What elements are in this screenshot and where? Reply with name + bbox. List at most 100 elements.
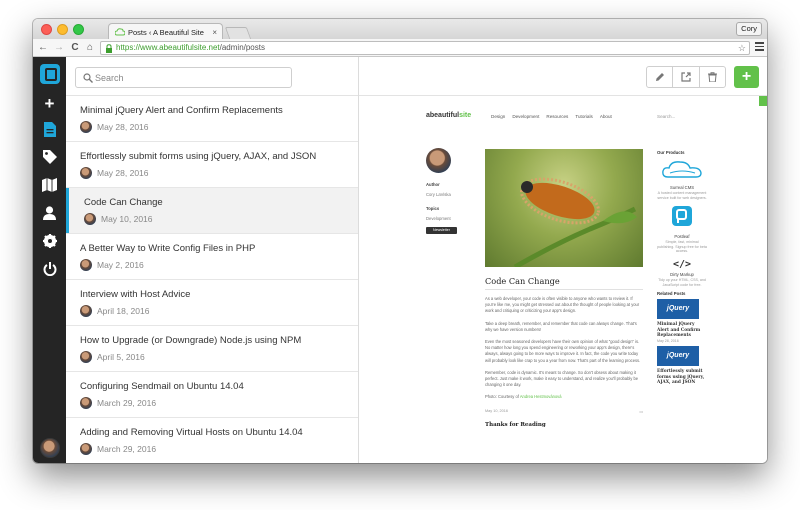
related-thumbnail[interactable]: jQuery	[657, 346, 699, 367]
site-nav-item[interactable]: Design	[491, 114, 505, 119]
author-avatar	[80, 121, 92, 133]
related-title[interactable]: Minimal jQuery Alert and Confirm Replace…	[657, 322, 707, 338]
post-date: May 28, 2016	[97, 122, 149, 132]
site-nav-item[interactable]: Tutorials	[575, 114, 592, 119]
search-input[interactable]	[95, 70, 285, 85]
pencil-icon	[655, 73, 664, 81]
post-date: March 29, 2016	[97, 444, 157, 454]
postleaf-logo[interactable]	[40, 64, 60, 84]
post-date: May 2, 2016	[97, 260, 144, 270]
article-body: As a web developer, your code is often v…	[485, 296, 643, 388]
bookmark-star-icon[interactable]: ☆	[738, 42, 746, 54]
post-date: May 10, 2016	[101, 214, 153, 224]
site-nav-item[interactable]: Resources	[546, 114, 568, 119]
lock-icon	[106, 44, 112, 53]
plus-icon[interactable]: +	[41, 95, 58, 112]
power-icon[interactable]	[41, 262, 58, 279]
preview-handle[interactable]	[759, 96, 767, 106]
hero-image	[485, 149, 643, 267]
related-title[interactable]: Effortlessly submit forms using jQuery, …	[657, 369, 707, 385]
post-date: April 18, 2016	[97, 306, 150, 316]
site-logo-accent: site	[459, 112, 472, 119]
edit-button[interactable]	[647, 67, 674, 87]
post-list-item[interactable]: Minimal jQuery Alert and Confirm Replace…	[66, 96, 358, 142]
topic-link[interactable]: Development	[426, 216, 481, 221]
post-date: April 5, 2016	[97, 352, 145, 362]
thanks-heading: Thanks for Reading	[485, 421, 546, 428]
browser-tab[interactable]: Posts ‹ A Beautiful Site ×	[108, 23, 223, 40]
product-postleaf[interactable]: Postleaf Simple, fast, minimal publishin…	[657, 205, 707, 254]
topics-label: Topics	[426, 206, 440, 211]
site-logo[interactable]: abeautifulsite	[426, 112, 471, 119]
search-icon	[83, 73, 93, 83]
maximize-window-button[interactable]	[73, 24, 84, 35]
browser-toolbar: ← → C ⌂ https://www.abeautifulsite.net/a…	[33, 39, 767, 57]
post-title: Interview with Host Advice	[80, 289, 191, 300]
post-title: Effortlessly submit forms using jQuery, …	[80, 151, 317, 162]
post-list-item[interactable]: Configuring Sendmail on Ubuntu 14.04 Marc…	[66, 372, 358, 418]
related-thumbnail[interactable]: jQuery	[657, 299, 699, 320]
search-field[interactable]	[75, 67, 292, 88]
comment-icon[interactable]: ▭	[639, 409, 643, 414]
new-tab-button[interactable]	[224, 27, 252, 39]
post-list-item[interactable]: A Better Way to Write Config Files in PH…	[66, 234, 358, 280]
post-list-item[interactable]: Code Can Change May 10, 2016	[66, 188, 358, 234]
post-title: Adding and Removing Virtual Hosts on Ubu…	[80, 427, 303, 438]
site-logo-text: abeautiful	[426, 112, 460, 119]
post-list-item[interactable]: Interview with Host Advice April 18, 2016	[66, 280, 358, 326]
home-icon[interactable]: ⌂	[84, 41, 96, 54]
code-brackets-icon: </>	[672, 258, 692, 270]
site-nav-item[interactable]: About	[600, 114, 612, 119]
browser-menu-icon[interactable]	[755, 42, 764, 52]
article: Code Can Change As a web developer, your…	[485, 276, 643, 428]
forward-arrow-icon[interactable]: →	[53, 41, 65, 54]
profile-button[interactable]: Cory	[736, 22, 762, 36]
map-icon[interactable]	[41, 178, 58, 195]
post-list-item[interactable]: Adding and Removing Virtual Hosts on Ubu…	[66, 418, 358, 463]
minimize-window-button[interactable]	[57, 24, 68, 35]
back-arrow-icon[interactable]: ←	[37, 41, 49, 54]
url-path: /admin/posts	[219, 43, 265, 52]
search-row	[66, 57, 358, 96]
reload-icon[interactable]: C	[69, 41, 81, 54]
photo-credit: Photo: Courtesy of Andrea Hestmovánová	[485, 394, 643, 400]
product-dirty-markup[interactable]: </> Dirty Markup Tidy up your HTML, CSS,…	[657, 259, 707, 287]
close-window-button[interactable]	[41, 24, 52, 35]
user-icon[interactable]	[41, 206, 58, 223]
product-surreal-cms[interactable]: Surreal CMS A hosted content management …	[657, 160, 707, 200]
post-title: Minimal jQuery Alert and Confirm Replace…	[80, 105, 283, 116]
document-icon[interactable]	[41, 122, 58, 139]
post-list-item[interactable]: How to Upgrade (or Downgrade) Node.js us…	[66, 326, 358, 372]
tag-icon[interactable]	[41, 150, 58, 167]
trash-icon	[707, 72, 717, 82]
article-date: May 10, 2016	[485, 408, 509, 413]
photo-credit-link[interactable]: Andrea Hestmovánová	[520, 394, 562, 399]
product-name: Postleaf	[674, 234, 690, 240]
site-header: abeautifulsite Design Development Resource…	[359, 108, 767, 124]
author-avatar	[80, 167, 92, 179]
post-title: Code Can Change	[84, 197, 163, 208]
open-external-button[interactable]	[673, 67, 700, 87]
author-name[interactable]: Cory LaViska	[426, 192, 481, 197]
post-title: A Better Way to Write Config Files in PH…	[80, 243, 256, 254]
author-avatar	[80, 397, 92, 409]
tab-close-icon[interactable]: ×	[212, 28, 217, 37]
author-photo	[426, 148, 451, 173]
related-date: May 28, 2016	[657, 339, 679, 344]
user-avatar[interactable]	[40, 438, 60, 458]
url-host: https://www.abeautifulsite.net	[116, 43, 220, 52]
gear-icon[interactable]	[41, 234, 58, 251]
article-title: Code Can Change	[485, 276, 560, 286]
post-list-item[interactable]: Effortlessly submit forms using jQuery, …	[66, 142, 358, 188]
article-paragraph: Remember, code is dynamic. It's meant to…	[485, 369, 639, 388]
add-post-button[interactable]: +	[734, 66, 759, 88]
site-search[interactable]: Search...	[657, 114, 675, 119]
address-bar[interactable]: https://www.abeautifulsite.net/admin/pos…	[100, 41, 750, 55]
site-nav-item[interactable]: Development	[512, 114, 539, 119]
author-avatar	[80, 305, 92, 317]
related-heading: Related Posts	[657, 291, 686, 297]
sidebar-rail: +	[33, 57, 66, 463]
article-paragraph: As a web developer, your code is often v…	[485, 296, 640, 314]
delete-button[interactable]	[700, 67, 725, 87]
newsletter-button[interactable]: Newsletter	[426, 227, 457, 234]
